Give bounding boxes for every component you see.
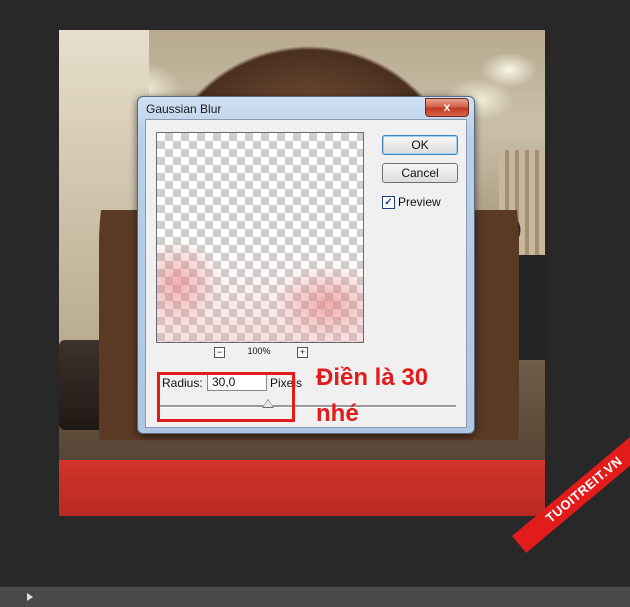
cancel-button[interactable]: Cancel [382, 163, 458, 183]
ok-button[interactable]: OK [382, 135, 458, 155]
zoom-level: 100% [247, 346, 271, 356]
close-button[interactable]: x [425, 98, 469, 117]
dialog-title: Gaussian Blur [146, 102, 222, 116]
bottom-status-bar [0, 586, 630, 607]
radius-highlight-box [157, 372, 295, 422]
photo-shirt [59, 460, 545, 516]
preview-checkbox[interactable]: ✓ [382, 196, 395, 209]
preview-blur-image [157, 133, 363, 342]
preview-label: Preview [398, 195, 441, 209]
zoom-controls: − 100% + [156, 345, 362, 359]
zoom-in-button[interactable]: + [297, 347, 308, 358]
zoom-out-button[interactable]: − [214, 347, 225, 358]
play-icon[interactable] [27, 593, 33, 601]
annotation-text: Điền là 30 nhé [316, 364, 429, 427]
filter-preview[interactable] [156, 132, 364, 343]
